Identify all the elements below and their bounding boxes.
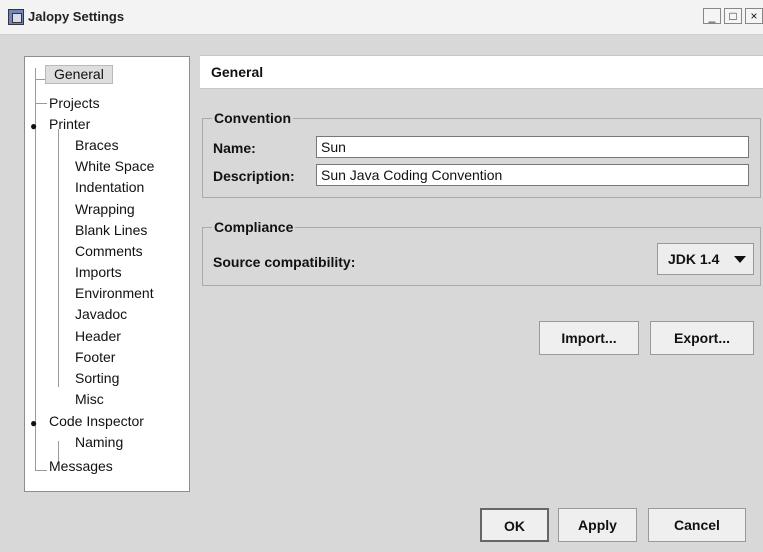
title-bar[interactable]: Jalopy Settings _ □ ×: [0, 0, 763, 35]
tree-item-printer[interactable]: Printer: [49, 116, 90, 133]
tree-item-footer[interactable]: Footer: [75, 349, 115, 366]
tree-branch-line: [35, 103, 47, 104]
source-compatibility-label: Source compatibility:: [213, 254, 356, 270]
close-button[interactable]: ×: [745, 8, 763, 24]
import-button[interactable]: Import...: [539, 321, 639, 355]
tree-item-wrapping[interactable]: Wrapping: [75, 201, 135, 218]
description-label: Description:: [213, 168, 295, 184]
tree-item-projects[interactable]: Projects: [49, 95, 100, 112]
tree-item-header[interactable]: Header: [75, 328, 121, 345]
maximize-button[interactable]: □: [724, 8, 742, 24]
tree-item-braces[interactable]: Braces: [75, 137, 119, 154]
tree-item-indentation[interactable]: Indentation: [75, 179, 144, 196]
expanded-node-icon[interactable]: ●: [30, 119, 37, 133]
tree-item-environment[interactable]: Environment: [75, 285, 154, 302]
convention-group: Convention Name: Sun Description: Sun Ja…: [202, 110, 761, 198]
tree-item-javadoc[interactable]: Javadoc: [75, 306, 127, 323]
expanded-node-icon[interactable]: ●: [30, 416, 37, 430]
window-title: Jalopy Settings: [28, 9, 125, 24]
settings-panel-header: General: [200, 55, 763, 89]
tree-item-white-space[interactable]: White Space: [75, 158, 154, 175]
tree-item-code-inspector[interactable]: Code Inspector: [49, 413, 144, 430]
tree-item-general[interactable]: General: [45, 65, 113, 84]
window-controls: _ □ ×: [703, 8, 763, 26]
tree-branch-line: [35, 470, 47, 471]
chevron-down-icon: [734, 256, 746, 263]
source-compatibility-value: JDK 1.4: [668, 251, 720, 267]
tree-item-naming[interactable]: Naming: [75, 434, 123, 451]
compliance-group: Compliance Source compatibility: JDK 1.4: [202, 219, 761, 286]
ok-button[interactable]: OK: [480, 508, 549, 542]
tree-item-misc[interactable]: Misc: [75, 391, 104, 408]
apply-button[interactable]: Apply: [558, 508, 637, 542]
description-field[interactable]: Sun Java Coding Convention: [316, 164, 749, 186]
export-button[interactable]: Export...: [650, 321, 754, 355]
settings-tree[interactable]: General Projects ● Printer Braces White …: [24, 56, 190, 492]
name-field[interactable]: Sun: [316, 136, 749, 158]
tree-item-blank-lines[interactable]: Blank Lines: [75, 222, 147, 239]
minimize-button[interactable]: _: [703, 8, 721, 24]
tree-item-imports[interactable]: Imports: [75, 264, 122, 281]
convention-legend: Convention: [212, 110, 293, 126]
settings-window: Jalopy Settings _ □ × General Projects ●…: [0, 0, 763, 552]
tree-item-messages[interactable]: Messages: [49, 458, 113, 475]
tree-item-comments[interactable]: Comments: [75, 243, 143, 260]
app-icon: [8, 9, 24, 25]
panel-title: General: [211, 64, 264, 80]
tree-item-sorting[interactable]: Sorting: [75, 370, 119, 387]
name-label: Name:: [213, 140, 256, 156]
source-compatibility-select[interactable]: JDK 1.4: [657, 243, 754, 275]
printer-branch-line: [58, 129, 59, 387]
cancel-button[interactable]: Cancel: [648, 508, 746, 542]
compliance-legend: Compliance: [212, 219, 296, 235]
